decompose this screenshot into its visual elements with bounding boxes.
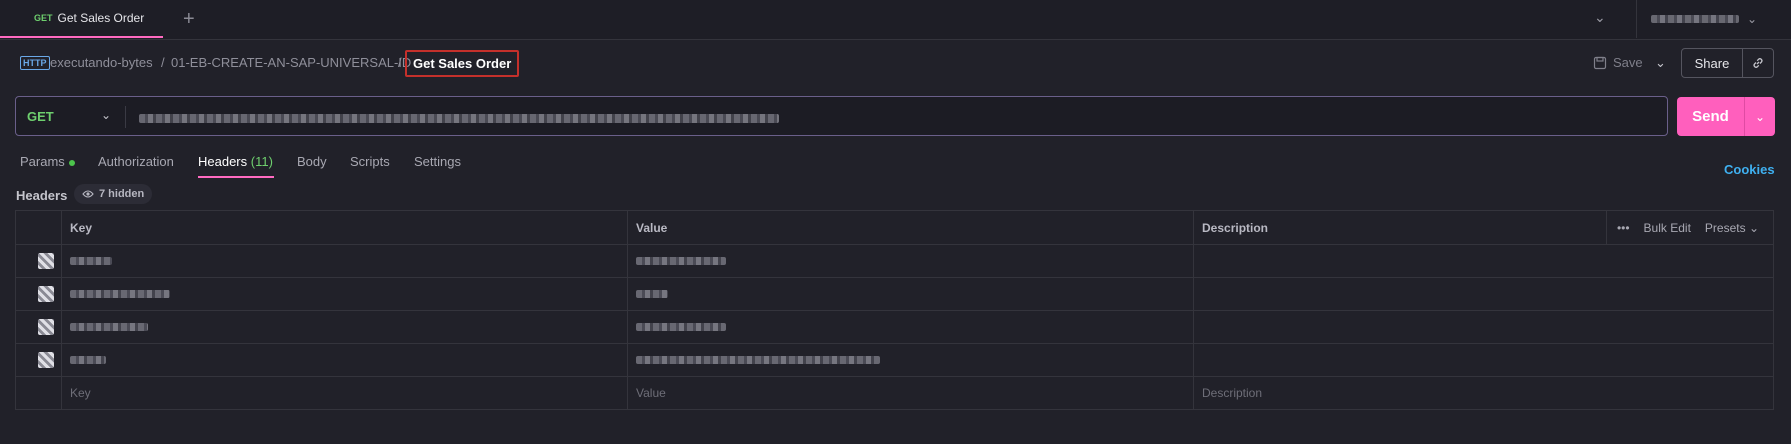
description-cell[interactable] [1194, 343, 1773, 376]
description-cell[interactable] [1194, 310, 1773, 343]
row-checkbox-cell [16, 376, 62, 409]
save-options-chevron-icon[interactable]: ⌄ [1655, 55, 1666, 71]
value-cell[interactable] [628, 244, 1194, 277]
breadcrumb-current-request[interactable]: Get Sales Order [405, 50, 520, 77]
column-value: Value [628, 211, 1194, 244]
tab-headers-label: Headers [198, 154, 248, 169]
row-checkbox[interactable] [38, 318, 54, 335]
method-chevron-down-icon[interactable]: ⌄ [101, 108, 111, 122]
url-divider [125, 106, 126, 128]
table-row-new: Key Value Description [16, 376, 1773, 409]
key-cell[interactable] [62, 244, 628, 277]
breadcrumb-workspace[interactable]: executando-bytes [50, 55, 153, 70]
key-cell[interactable] [62, 343, 628, 376]
environment-selector[interactable]: ⌄ [1636, 0, 1791, 38]
hidden-headers-count: 7 hidden [99, 188, 145, 200]
headers-section-label: Headers [16, 188, 68, 203]
url-bar: GET ⌄ [15, 96, 1668, 136]
url-text-redacted [139, 114, 779, 123]
value-redacted [636, 322, 726, 331]
table-row [16, 343, 1773, 377]
environment-chevron-down-icon: ⌄ [1747, 12, 1758, 26]
value-redacted [636, 355, 880, 364]
description-cell[interactable] [1194, 277, 1773, 310]
url-input[interactable] [139, 111, 779, 126]
save-button[interactable]: Save [1593, 55, 1643, 70]
cookies-link[interactable]: Cookies [1724, 162, 1775, 177]
new-tab-plus-icon[interactable]: + [183, 8, 195, 31]
presets-dropdown[interactable]: Presets ⌄ [1705, 221, 1759, 235]
table-header-row: Key Value Description ••• Bulk Edit Pres… [16, 211, 1773, 245]
tabs-chevron-down-icon[interactable]: ⌄ [1594, 9, 1606, 26]
breadcrumb-separator: / [161, 55, 165, 70]
active-tab-underline [198, 176, 274, 178]
send-options-chevron-icon[interactable]: ⌄ [1745, 97, 1775, 136]
table-row [16, 310, 1773, 344]
new-key-input[interactable]: Key [62, 376, 628, 409]
tab-settings[interactable]: Settings [414, 154, 461, 169]
row-checkbox[interactable] [38, 351, 54, 368]
save-icon [1593, 56, 1607, 69]
key-redacted [70, 322, 148, 331]
column-key: Key [62, 211, 628, 244]
tab-authorization[interactable]: Authorization [98, 154, 174, 169]
key-redacted [70, 289, 170, 298]
send-button-group: Send ⌄ [1677, 97, 1775, 136]
request-tab[interactable]: GET Get Sales Order [0, 0, 163, 38]
description-cell[interactable] [1194, 244, 1773, 277]
send-button[interactable]: Send [1677, 97, 1745, 136]
headers-table: Key Value Description ••• Bulk Edit Pres… [15, 210, 1774, 410]
headers-count: (11) [250, 154, 273, 169]
tab-params-label: Params [20, 154, 65, 169]
more-options-icon[interactable]: ••• [1617, 221, 1630, 235]
key-redacted [70, 355, 106, 364]
new-description-input[interactable]: Description [1194, 376, 1773, 409]
value-cell[interactable] [628, 343, 1194, 376]
copy-link-icon[interactable] [1743, 49, 1773, 77]
presets-label: Presets [1704, 220, 1746, 235]
bulk-edit-button[interactable]: Bulk Edit [1644, 221, 1691, 235]
tab-scripts[interactable]: Scripts [350, 154, 390, 169]
eye-icon [82, 190, 94, 198]
save-label: Save [1613, 55, 1643, 70]
tab-params[interactable]: Params [20, 154, 75, 169]
hidden-headers-toggle[interactable]: 7 hidden [74, 184, 153, 204]
tab-bar: GET Get Sales Order + ⌄ ⌄ [0, 0, 1791, 40]
share-button[interactable]: Share [1682, 49, 1743, 77]
row-checkbox-cell [16, 310, 62, 343]
params-active-dot-icon [68, 159, 75, 166]
value-cell[interactable] [628, 310, 1194, 343]
tab-title: Get Sales Order [57, 11, 145, 25]
tab-body[interactable]: Body [297, 154, 327, 169]
row-checkbox-cell [16, 343, 62, 376]
key-redacted [70, 256, 112, 265]
tab-method: GET [34, 13, 53, 23]
row-checkbox[interactable] [38, 252, 54, 269]
breadcrumb-collection[interactable]: 01-EB-CREATE-AN-SAP-UNIVERSAL-ID [171, 55, 411, 70]
table-row [16, 277, 1773, 311]
tab-headers[interactable]: Headers (11) [198, 154, 273, 169]
table-actions: ••• Bulk Edit Presets ⌄ [1605, 211, 1773, 244]
row-checkbox-cell [16, 277, 62, 310]
row-checkbox[interactable] [38, 285, 54, 302]
presets-chevron-down-icon: ⌄ [1748, 220, 1759, 235]
http-request-icon: HTTP [20, 56, 50, 70]
header-checkbox-cell [16, 211, 62, 244]
key-cell[interactable] [62, 277, 628, 310]
share-button-group: Share [1681, 48, 1774, 78]
value-redacted [636, 289, 668, 298]
new-value-input[interactable]: Value [628, 376, 1194, 409]
breadcrumb-separator: / [398, 55, 402, 70]
key-cell[interactable] [62, 310, 628, 343]
value-cell[interactable] [628, 277, 1194, 310]
method-select[interactable]: GET [27, 109, 54, 124]
environment-name-redacted [1651, 15, 1739, 23]
table-row [16, 244, 1773, 278]
value-redacted [636, 256, 726, 265]
row-checkbox-cell [16, 244, 62, 277]
